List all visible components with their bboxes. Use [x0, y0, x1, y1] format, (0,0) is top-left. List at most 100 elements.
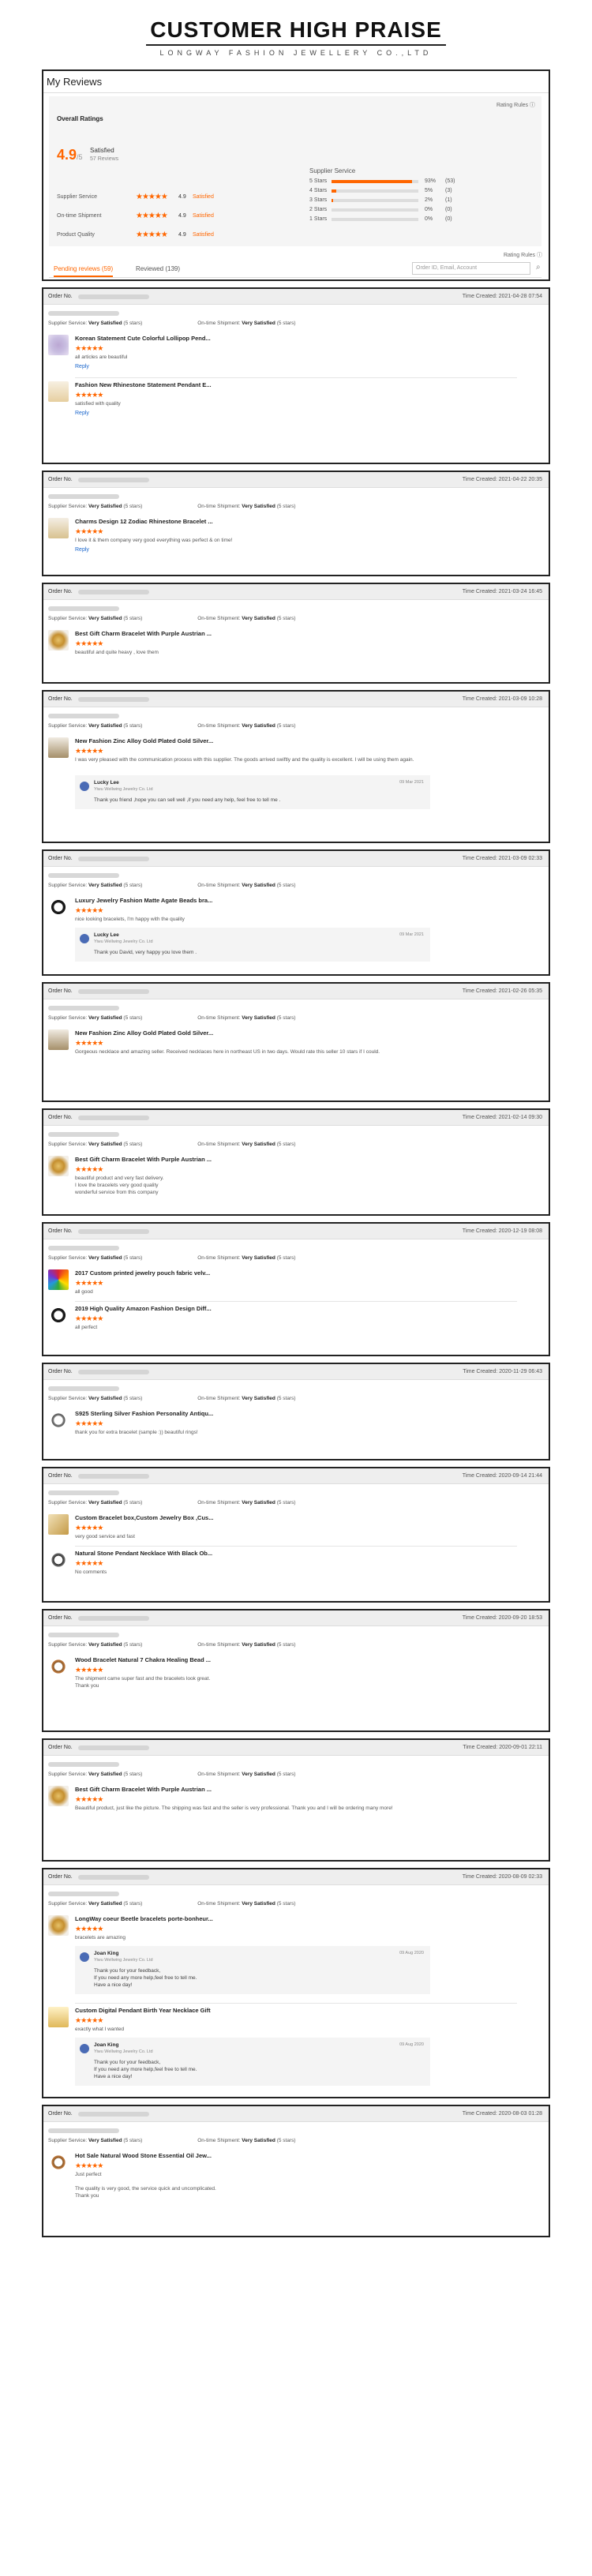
product-name[interactable]: Best Gift Charm Bracelet With Purple Aus… [75, 1786, 212, 1793]
product-name[interactable]: Best Gift Charm Bracelet With Purple Aus… [75, 1156, 212, 1163]
search-icon[interactable]: ⌕ [536, 263, 541, 272]
rating-stars: ★★★★★ [75, 1165, 103, 1173]
order-no-label: Order No. [48, 1874, 73, 1880]
order-header: Order No. Time Created: 2021-04-22 20:35 [43, 472, 549, 488]
order-review-card: Order No. Time Created: 2020-09-01 22:11 S… [42, 1738, 550, 1862]
rating-stars: ★★★★★ [75, 344, 103, 352]
product-thumbnail[interactable] [48, 1029, 69, 1050]
time-created: Time Created: 2020-09-20 18:53 [462, 1615, 542, 1621]
service-summary: Supplier Service: Very Satisfied (5 star… [48, 616, 296, 621]
product-name[interactable]: Best Gift Charm Bracelet With Purple Aus… [75, 630, 212, 637]
masked-line [48, 1633, 119, 1637]
distribution-percent: 0% [425, 216, 433, 222]
product-thumbnail[interactable] [48, 2152, 69, 2173]
reply-link[interactable]: Reply [75, 364, 89, 369]
tab-reviewed[interactable]: Reviewed (139) [136, 265, 180, 272]
product-name[interactable]: S925 Sterling Silver Fashion Personality… [75, 1410, 213, 1417]
review-tabs: Pending reviews (59) Reviewed (139) Orde… [49, 259, 541, 278]
product-thumbnail[interactable] [48, 1915, 69, 1936]
item-divider [75, 2003, 517, 2004]
time-created: Time Created: 2021-02-14 09:30 [462, 1115, 542, 1120]
time-created: Time Created: 2021-03-24 16:45 [462, 589, 542, 594]
review-text: bracelets are amazing [75, 1935, 126, 1940]
reply-date: 09 Mar 2021 [399, 932, 424, 937]
product-name[interactable]: New Fashion Zinc Alloy Gold Plated Gold … [75, 737, 213, 744]
star-label: 4 Stars [309, 188, 328, 193]
order-no-label: Order No. [48, 477, 73, 482]
order-header: Order No. Time Created: 2020-09-14 21:44 [43, 1468, 549, 1484]
reply-company: Yiwu Wellwing Jewelry Co. Ltd [94, 2049, 153, 2054]
product-thumbnail[interactable] [48, 518, 69, 538]
distribution-count: (3) [445, 188, 452, 193]
overall-score: 4.9/5 [57, 147, 83, 163]
product-thumbnail[interactable] [48, 737, 69, 758]
order-no-masked [78, 1116, 149, 1120]
review-text: beautiful product and very fast delivery… [75, 1176, 164, 1195]
order-review-card: Order No. Time Created: 2020-12-19 08:08 S… [42, 1222, 550, 1356]
product-thumbnail[interactable] [48, 630, 69, 651]
product-name[interactable]: Hot Sale Natural Wood Stone Essential Oi… [75, 2152, 212, 2159]
rating-stars: ★★★★★ [75, 1524, 103, 1532]
product-thumbnail[interactable] [48, 1656, 69, 1677]
product-thumbnail[interactable] [48, 1550, 69, 1570]
time-created: Time Created: 2021-03-09 02:33 [462, 856, 542, 861]
order-no-masked [78, 478, 149, 482]
product-thumbnail[interactable] [48, 1410, 69, 1430]
product-name[interactable]: Custom Bracelet box,Custom Jewelry Box ,… [75, 1514, 213, 1521]
order-no-label: Order No. [48, 589, 73, 594]
product-thumbnail[interactable] [48, 2007, 69, 2027]
product-name[interactable]: 2017 Custom printed jewelry pouch fabric… [75, 1269, 210, 1277]
product-thumbnail[interactable] [48, 1305, 69, 1325]
service-summary: Supplier Service: Very Satisfied (5 star… [48, 504, 296, 509]
avatar [80, 1952, 89, 1962]
time-created: Time Created: 2021-04-28 07:54 [462, 294, 542, 299]
rating-stars: ★★★★★ [75, 1039, 103, 1047]
order-no-label: Order No. [48, 2111, 73, 2117]
avatar [80, 2044, 89, 2053]
order-header: Order No. Time Created: 2020-12-19 08:08 [43, 1224, 549, 1239]
product-thumbnail[interactable] [48, 897, 69, 917]
product-name[interactable]: Wood Bracelet Natural 7 Chakra Healing B… [75, 1656, 211, 1663]
distribution-count: (0) [445, 216, 452, 222]
reply-company: Yiwu Wellwing Jewelry Co. Ltd [94, 1958, 153, 1963]
masked-line [48, 1132, 119, 1137]
item-divider [75, 1301, 517, 1302]
product-name[interactable]: Custom Digital Pendant Birth Year Neckla… [75, 2007, 211, 2014]
reply-author: Joan King [94, 2042, 119, 2048]
product-thumbnail[interactable] [48, 335, 69, 355]
order-header: Order No. Time Created: 2020-08-03 01:28 [43, 2106, 549, 2122]
time-created: Time Created: 2020-08-03 01:28 [462, 2111, 542, 2117]
order-no-masked [78, 294, 149, 299]
rating-stars: ★★★★★ [75, 2162, 103, 2169]
product-name[interactable]: Charms Design 12 Zodiac Rhinestone Brace… [75, 518, 213, 525]
time-created: Time Created: 2020-08-09 02:33 [462, 1874, 542, 1880]
order-header: Order No. Time Created: 2020-08-09 02:33 [43, 1869, 549, 1885]
search-input[interactable]: Order ID, Email, Account [412, 262, 530, 275]
product-thumbnail[interactable] [48, 381, 69, 402]
product-name[interactable]: Natural Stone Pendant Necklace With Blac… [75, 1550, 212, 1557]
reply-text: Thank you for your feedback, If you need… [94, 2060, 197, 2079]
product-name[interactable]: New Fashion Zinc Alloy Gold Plated Gold … [75, 1029, 213, 1037]
reply-link[interactable]: Reply [75, 411, 89, 416]
product-name[interactable]: LongWay coeur Beetle bracelets porte-bon… [75, 1915, 213, 1922]
reply-link[interactable]: Reply [75, 547, 89, 553]
rating-stars: ★★★★★ [75, 1314, 103, 1322]
rating-stars: ★★★★★ [75, 1795, 103, 1803]
product-thumbnail[interactable] [48, 1269, 69, 1290]
product-thumbnail[interactable] [48, 1514, 69, 1535]
distribution-percent: 0% [425, 207, 433, 212]
masked-line [48, 1386, 119, 1391]
time-created: Time Created: 2020-12-19 08:08 [462, 1228, 542, 1234]
product-thumbnail[interactable] [48, 1156, 69, 1176]
product-name[interactable]: Fashion New Rhinestone Statement Pendant… [75, 381, 212, 388]
product-name[interactable]: 2019 High Quality Amazon Fashion Design … [75, 1305, 212, 1312]
distribution-count: (1) [445, 197, 452, 203]
product-thumbnail[interactable] [48, 1786, 69, 1806]
masked-line [48, 606, 119, 611]
product-name[interactable]: Luxury Jewelry Fashion Matte Agate Beads… [75, 897, 212, 904]
rating-rules-link[interactable]: Rating Rules ⓘ [496, 101, 535, 109]
service-summary: Supplier Service: Very Satisfied (5 star… [48, 1015, 296, 1021]
rating-rules-link-2[interactable]: Rating Rules ⓘ [504, 251, 542, 259]
product-name[interactable]: Korean Statement Cute Colorful Lollipop … [75, 335, 211, 342]
tab-pending-reviews[interactable]: Pending reviews (59) [54, 265, 114, 277]
